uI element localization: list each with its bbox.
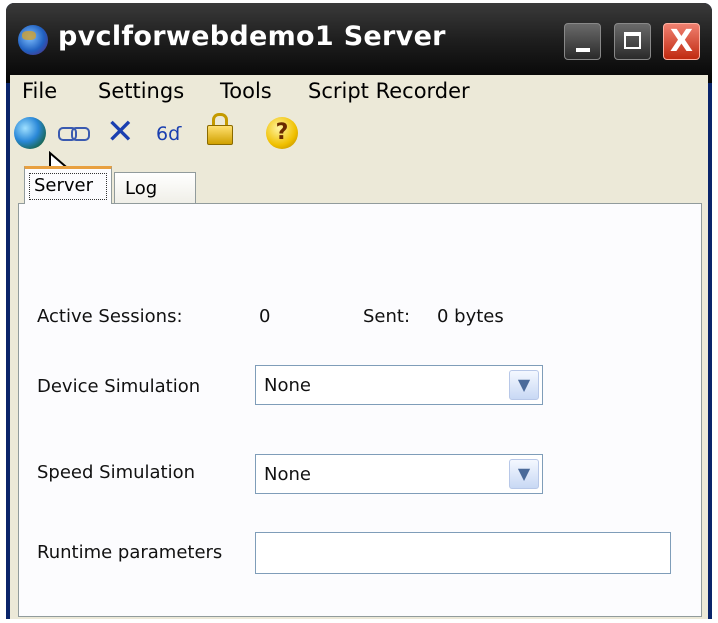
app-icon[interactable] <box>18 25 48 55</box>
close-icon[interactable]: ✕ <box>106 115 138 149</box>
menu-bar: File Settings Tools Script Recorder <box>10 75 708 111</box>
title-bar[interactable]: pvclforwebdemo1 Server X <box>6 3 712 83</box>
menu-script-recorder[interactable]: Script Recorder <box>308 79 470 103</box>
close-button[interactable]: X <box>663 23 700 60</box>
tab-server-label: Server <box>29 173 107 200</box>
tab-log[interactable]: Log <box>114 172 196 203</box>
device-simulation-select[interactable]: None ▼ <box>255 365 543 405</box>
tab-server[interactable]: Server <box>24 166 112 204</box>
menu-tools[interactable]: Tools <box>220 79 272 103</box>
runtime-parameters-input[interactable] <box>255 532 671 574</box>
toolbar: ✕ 6ɗ ? <box>10 111 708 189</box>
server-panel: Active Sessions: 0 Sent: 0 bytes Device … <box>18 203 702 617</box>
lock-icon[interactable] <box>207 113 233 145</box>
device-simulation-label: Device Simulation <box>37 376 201 397</box>
chevron-down-icon[interactable]: ▼ <box>509 370 539 400</box>
client-area: File Settings Tools Script Recorder ✕ 6ɗ… <box>10 75 708 619</box>
help-icon[interactable]: ? <box>266 117 298 149</box>
sent-value: 0 bytes <box>437 306 504 327</box>
speed-simulation-value: None <box>264 464 311 485</box>
device-simulation-value: None <box>264 375 311 396</box>
runtime-parameters-label: Runtime parameters <box>37 542 223 563</box>
speed-simulation-label: Speed Simulation <box>37 462 196 483</box>
globe-icon[interactable] <box>14 117 46 149</box>
tab-log-label: Log <box>125 178 158 199</box>
app-window: pvclforwebdemo1 Server X File Settings T… <box>6 3 712 619</box>
active-sessions-value: 0 <box>259 306 271 327</box>
minimize-icon <box>576 48 590 52</box>
glasses-icon[interactable]: 6ɗ <box>156 117 194 149</box>
active-sessions-label: Active Sessions: <box>37 306 183 327</box>
maximize-icon <box>624 32 641 49</box>
chevron-down-icon[interactable]: ▼ <box>509 459 539 489</box>
close-window-icon: X <box>669 24 694 59</box>
speed-simulation-select[interactable]: None ▼ <box>255 454 543 494</box>
menu-file[interactable]: File <box>22 79 57 103</box>
link-icon[interactable] <box>58 127 90 141</box>
maximize-button[interactable] <box>614 23 651 60</box>
sent-label: Sent: <box>363 306 411 327</box>
window-title: pvclforwebdemo1 Server <box>58 21 446 52</box>
minimize-button[interactable] <box>564 23 601 60</box>
menu-settings[interactable]: Settings <box>98 79 184 103</box>
